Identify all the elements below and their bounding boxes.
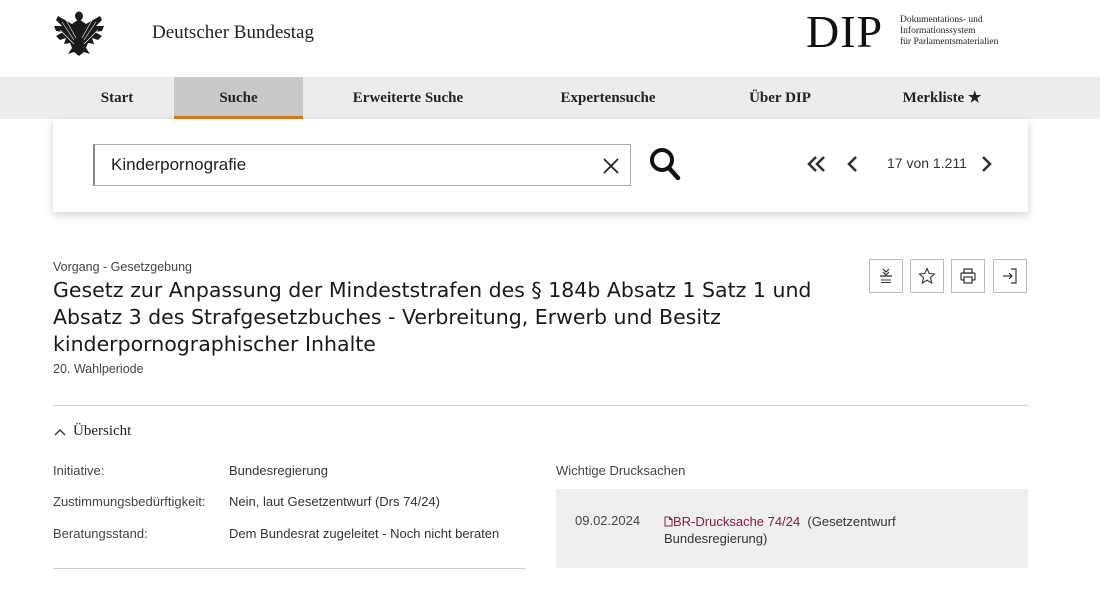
pager-position: 17 von 1.211 <box>887 155 967 171</box>
dip-subtitle-line: für Parlamentsmaterialien <box>900 37 999 47</box>
chevron-left-icon[interactable] <box>844 151 862 177</box>
overview-divider <box>53 568 526 569</box>
nav-item-expertensuche[interactable]: Expertensuche <box>513 77 703 119</box>
dip-subtitle-line: Informationssystem <box>900 26 976 36</box>
bundestag-eagle-logo[interactable] <box>52 10 106 56</box>
nav-item-suche[interactable]: Suche <box>174 77 303 119</box>
status-value: Dem Bundesrat zugeleitet - Noch nicht be… <box>229 526 500 541</box>
nav-item-ueber-dip[interactable]: Über DIP <box>703 77 857 119</box>
overview-toggle[interactable]: Übersicht <box>53 423 131 440</box>
search-panel: 17 von 1.211 <box>53 119 1028 212</box>
important-docs-box: 09.02.2024 BR-Drucksache 74/24 (Gesetzen… <box>556 489 1028 568</box>
dip-logo-subtitle: Dokumentations- und Informationssystem f… <box>900 15 998 48</box>
section-divider <box>53 405 1028 406</box>
search-icon[interactable] <box>647 144 683 184</box>
chevron-right-icon[interactable] <box>977 151 995 177</box>
initiative-value: Bundesregierung <box>229 463 329 478</box>
print-icon <box>960 268 976 284</box>
consent-value: Nein, laut Gesetzentwurf (Drs 74/24) <box>229 494 440 509</box>
search-box <box>93 144 631 186</box>
page-title: Gesetz zur Anpassung der Mindeststrafen … <box>53 278 812 356</box>
dip-logo[interactable]: DIP <box>806 6 883 58</box>
site-header: Deutscher Bundestag DIP Dokumentations- … <box>0 0 1100 77</box>
dip-subtitle-line: Dokumentations- und <box>900 15 983 25</box>
main-nav: Start Suche Erweiterte Suche Expertensuc… <box>0 77 1100 119</box>
important-docs-heading: Wichtige Drucksachen <box>556 463 686 478</box>
overview-label: Übersicht <box>73 423 132 439</box>
export-icon <box>1003 268 1017 284</box>
nav-item-erweiterte-suche[interactable]: Erweiterte Suche <box>303 77 513 119</box>
star-icon <box>918 267 936 285</box>
export-button[interactable] <box>993 259 1027 293</box>
clear-icon[interactable] <box>597 152 625 180</box>
chevron-up-icon <box>54 428 66 435</box>
nav-item-merkliste[interactable]: Merkliste ★ <box>857 77 1027 119</box>
consent-label: Zustimmungsbedürftigkeit: <box>53 494 206 509</box>
doc-date: 09.02.2024 <box>575 513 641 528</box>
document-icon <box>664 516 673 527</box>
print-button[interactable] <box>951 259 985 293</box>
org-name: Deutscher Bundestag <box>152 22 314 43</box>
drucksache-link[interactable]: BR-Drucksache 74/24 <box>673 514 800 529</box>
bookmark-button[interactable] <box>910 259 944 293</box>
nav-item-start[interactable]: Start <box>60 77 174 119</box>
collapse-all-button[interactable] <box>869 259 903 293</box>
initiative-label: Initiative: <box>53 463 105 478</box>
collapse-all-icon <box>880 268 892 283</box>
double-chevron-left-icon[interactable] <box>805 151 829 177</box>
document-type: Vorgang - Gesetzgebung <box>53 260 192 274</box>
search-input[interactable] <box>95 145 595 185</box>
doc-entry: BR-Drucksache 74/24 (Gesetzentwurf Bunde… <box>664 513 994 547</box>
legislative-period: 20. Wahlperiode <box>53 362 144 376</box>
status-label: Beratungsstand: <box>53 526 148 541</box>
